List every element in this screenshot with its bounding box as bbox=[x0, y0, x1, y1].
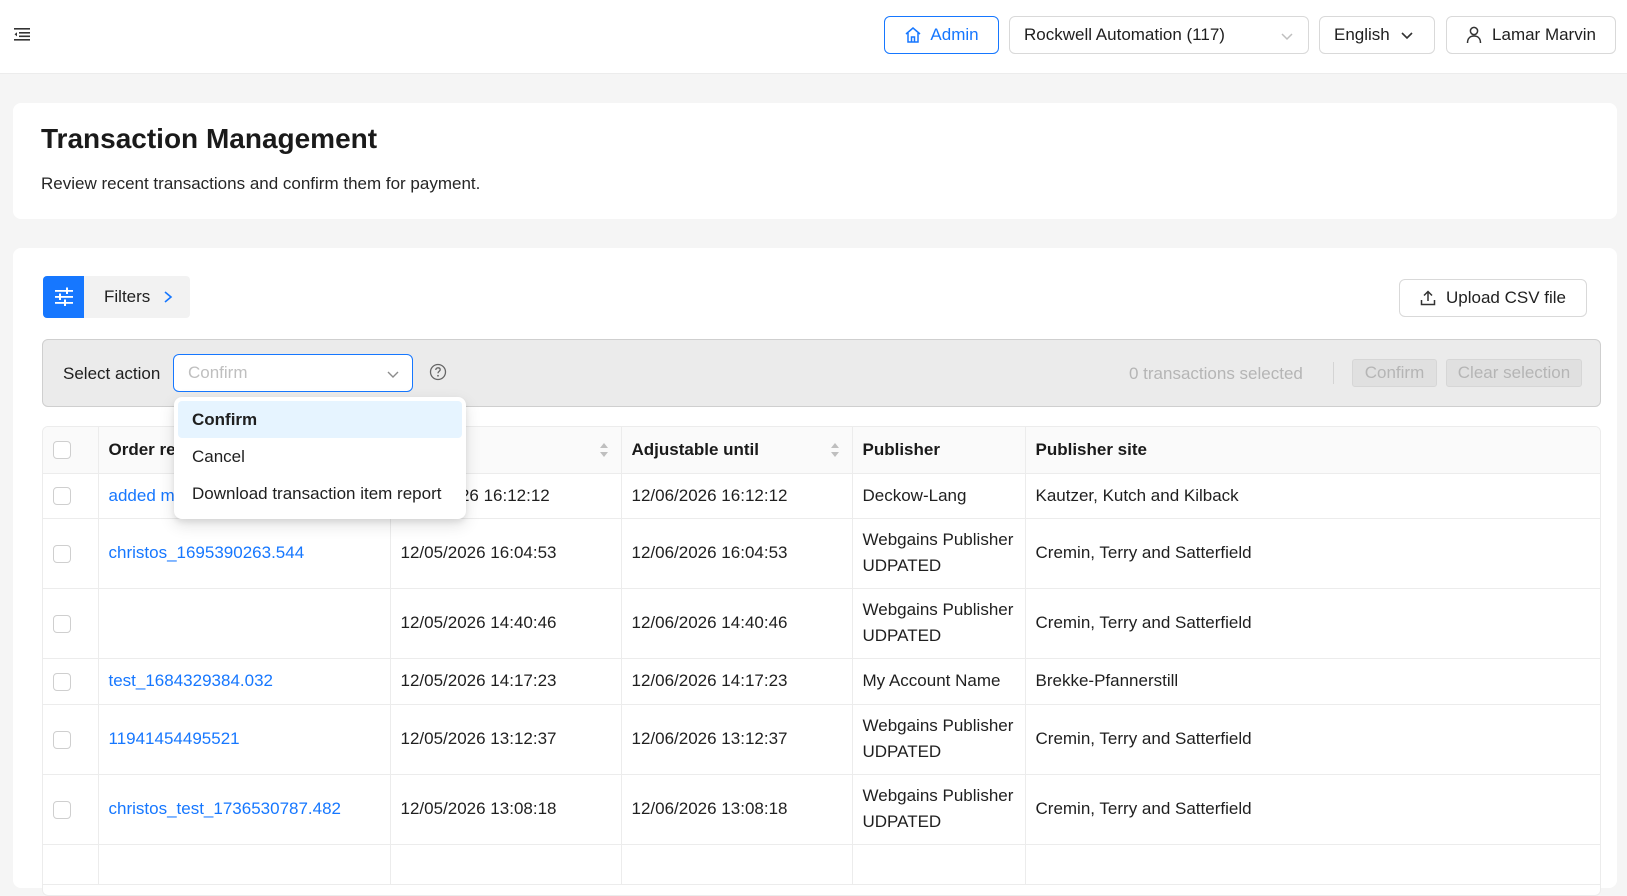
adjustable-cell: 12/06/2026 13:08:18 bbox=[621, 774, 853, 845]
top-bar: Admin Rockwell Automation (117) English … bbox=[0, 0, 1627, 74]
action-select[interactable]: Confirm bbox=[173, 354, 413, 392]
publisher-cell: Webgains Publisher UDPATED bbox=[852, 518, 1026, 589]
table-row[interactable]: christos_1695390263.544 12/05/2026 16:04… bbox=[43, 518, 1600, 589]
dropdown-option-confirm[interactable]: Confirm bbox=[178, 401, 462, 438]
select-all-cell bbox=[43, 427, 99, 474]
publisher-name-line2: UDPATED bbox=[862, 742, 942, 761]
adjustable-cell: 12/06/2026 13:12:37 bbox=[621, 704, 853, 775]
upload-icon bbox=[1420, 290, 1436, 306]
publisher-name-line2: UDPATED bbox=[862, 812, 942, 831]
table-row[interactable]: 12/05/2026 14:40:46 12/06/2026 14:40:46 … bbox=[43, 588, 1600, 659]
chevron-right-icon bbox=[164, 291, 173, 303]
row-checkbox[interactable] bbox=[53, 614, 71, 633]
user-name: Lamar Marvin bbox=[1492, 25, 1596, 44]
table-row[interactable]: test_1684329384.032 12/05/2026 14:17:23 … bbox=[43, 658, 1600, 705]
order-reference-link[interactable]: added m bbox=[109, 486, 175, 505]
adjustable-cell: 12/06/2026 16:12:12 bbox=[621, 473, 853, 519]
table-row[interactable]: 11941454495521 12/05/2026 13:12:37 12/06… bbox=[43, 704, 1600, 775]
menu-toggle-icon[interactable] bbox=[14, 26, 32, 42]
row-checkbox[interactable] bbox=[53, 672, 71, 691]
publisher-cell: My Account Name bbox=[852, 658, 1026, 705]
date-cell: 12/05/2026 13:12:37 bbox=[390, 704, 622, 775]
publisher-name-line2: UDPATED bbox=[862, 556, 942, 575]
publisher-site-cell: Kautzer, Kutch and Kilback bbox=[1025, 473, 1600, 519]
dropdown-option-cancel[interactable]: Cancel bbox=[178, 438, 462, 475]
date-cell: 12/05/2026 14:40:46 bbox=[390, 588, 622, 659]
publisher-cell: Webgains Publisher UDPATED bbox=[852, 774, 1026, 845]
publisher-cell: Deckow-Lang bbox=[852, 473, 1026, 519]
publisher-name: Webgains Publisher bbox=[862, 716, 1014, 735]
help-icon[interactable] bbox=[429, 363, 447, 381]
transactions-card: Filters Upload CSV file Select action Co… bbox=[13, 248, 1617, 896]
divider bbox=[1333, 362, 1334, 384]
publisher-site-cell: Cremin, Terry and Satterfield bbox=[1025, 588, 1600, 659]
chevron-down-icon bbox=[387, 371, 399, 378]
date-cell: 12/05/2026 14:17:23 bbox=[390, 658, 622, 705]
column-header-publisher-site[interactable]: Publisher site bbox=[1025, 427, 1600, 474]
order-reference-link[interactable]: test_1684329384.032 bbox=[109, 671, 274, 690]
sort-icon[interactable] bbox=[599, 442, 609, 458]
confirm-button[interactable]: Confirm bbox=[1352, 359, 1437, 387]
publisher-site-cell: Cremin, Terry and Satterfield bbox=[1025, 704, 1600, 775]
publisher-name: Webgains Publisher bbox=[862, 786, 1014, 805]
filters-label: Filters bbox=[104, 287, 151, 306]
date-cell: 12/05/2026 16:04:53 bbox=[390, 518, 622, 589]
column-header-adjustable-label: Adjustable until bbox=[631, 439, 760, 459]
language-select[interactable]: English bbox=[1319, 16, 1435, 54]
publisher-site-cell: Cremin, Terry and Satterfield bbox=[1025, 774, 1600, 845]
language-value: English bbox=[1334, 25, 1390, 44]
publisher-name: Webgains Publisher bbox=[862, 530, 1014, 549]
column-header-adjustable[interactable]: Adjustable until bbox=[621, 427, 853, 474]
table-row[interactable]: christos_test_1736530787.482 12/05/2026 … bbox=[43, 774, 1600, 845]
row-checkbox[interactable] bbox=[53, 800, 71, 819]
adjustable-cell: 12/06/2026 14:17:23 bbox=[621, 658, 853, 705]
user-menu-button[interactable]: Lamar Marvin bbox=[1446, 16, 1616, 54]
chevron-down-icon bbox=[1281, 33, 1293, 41]
action-dropdown-menu: Confirm Cancel Download transaction item… bbox=[174, 397, 466, 519]
row-checkbox[interactable] bbox=[53, 544, 71, 563]
admin-label: Admin bbox=[930, 25, 979, 44]
sliders-icon bbox=[43, 276, 84, 318]
column-header-publisher[interactable]: Publisher bbox=[852, 427, 1026, 474]
admin-button[interactable]: Admin bbox=[884, 16, 999, 54]
row-checkbox[interactable] bbox=[53, 730, 71, 749]
upload-csv-button[interactable]: Upload CSV file bbox=[1399, 279, 1587, 317]
table-row[interactable] bbox=[43, 844, 1600, 885]
adjustable-cell: 12/06/2026 16:04:53 bbox=[621, 518, 853, 589]
clear-selection-button[interactable]: Clear selection bbox=[1446, 359, 1582, 387]
order-reference-link[interactable]: christos_1695390263.544 bbox=[109, 543, 305, 562]
select-action-label: Select action bbox=[63, 364, 161, 383]
upload-label: Upload CSV file bbox=[1445, 288, 1566, 307]
home-icon bbox=[905, 27, 921, 43]
publisher-cell: Webgains Publisher UDPATED bbox=[852, 704, 1026, 775]
sort-icon[interactable] bbox=[830, 442, 840, 458]
publisher-name-line2: UDPATED bbox=[862, 626, 942, 645]
publisher-site-cell: Cremin, Terry and Satterfield bbox=[1025, 518, 1600, 589]
user-icon bbox=[1466, 26, 1482, 44]
organization-select[interactable]: Rockwell Automation (117) bbox=[1009, 16, 1309, 54]
publisher-cell: Webgains Publisher UDPATED bbox=[852, 588, 1026, 659]
row-checkbox[interactable] bbox=[53, 487, 71, 506]
publisher-name: Webgains Publisher bbox=[862, 600, 1014, 619]
organization-value: Rockwell Automation (117) bbox=[1024, 25, 1225, 44]
selected-count: 0 transactions selected bbox=[1129, 364, 1303, 383]
action-select-placeholder: Confirm bbox=[188, 363, 248, 382]
page-subtitle: Review recent transactions and confirm t… bbox=[41, 174, 481, 193]
adjustable-cell: 12/06/2026 14:40:46 bbox=[621, 588, 853, 659]
page-header-card: Transaction Management Review recent tra… bbox=[13, 103, 1617, 219]
chevron-down-icon bbox=[1401, 32, 1413, 40]
select-all-checkbox[interactable] bbox=[53, 441, 71, 460]
order-reference-link[interactable]: 11941454495521 bbox=[109, 729, 240, 748]
order-reference-link[interactable]: christos_test_1736530787.482 bbox=[109, 799, 342, 818]
publisher-site-cell: Brekke-Pfannerstill bbox=[1025, 658, 1600, 705]
date-cell: 12/05/2026 13:08:18 bbox=[390, 774, 622, 845]
page-title: Transaction Management bbox=[41, 123, 378, 154]
dropdown-option-download-report[interactable]: Download transaction item report bbox=[178, 475, 462, 512]
filters-button[interactable]: Filters bbox=[43, 276, 190, 318]
